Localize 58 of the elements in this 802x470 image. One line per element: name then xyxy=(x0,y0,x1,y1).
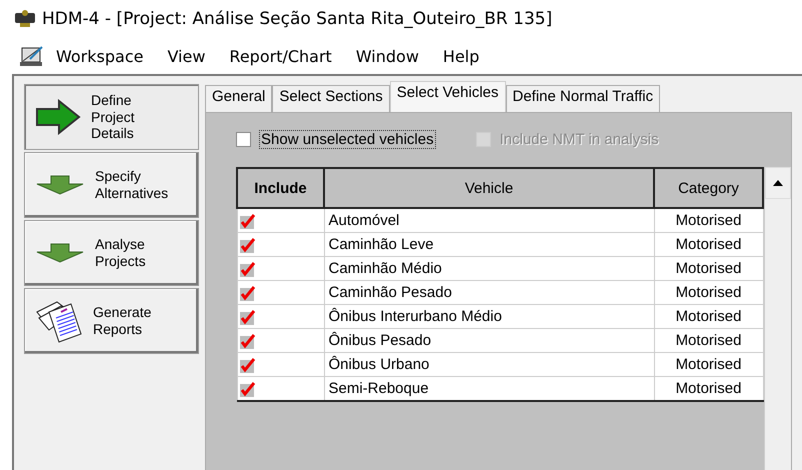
table-cell: Ônibus Urbano xyxy=(324,352,654,376)
table-cell: Motorised xyxy=(654,256,763,280)
checkmark-icon[interactable] xyxy=(240,212,256,228)
menu-item[interactable]: Help xyxy=(430,46,492,66)
checkmark-icon[interactable] xyxy=(240,308,256,324)
scroll-up-button[interactable] xyxy=(765,167,791,199)
tab[interactable]: Select Vehicles xyxy=(390,81,506,112)
checkbox[interactable] xyxy=(236,132,251,146)
up-arrow-icon[interactable] xyxy=(773,180,783,186)
workflow-button[interactable]: Analyse Projects xyxy=(24,220,199,286)
table-cell: Motorised xyxy=(654,352,763,376)
arrow-right-icon xyxy=(35,99,81,135)
checkmark-icon[interactable] xyxy=(240,332,256,348)
table-cell: Motorised xyxy=(654,280,763,304)
workflow-button[interactable]: Specify Alternatives xyxy=(24,152,199,218)
include-cell[interactable] xyxy=(237,376,324,401)
table-cell: Motorised xyxy=(654,304,763,328)
table-cell: Motorised xyxy=(654,376,763,401)
include-cell[interactable] xyxy=(237,352,324,376)
workspace-icon[interactable] xyxy=(20,45,44,67)
workflow-button[interactable]: Define Project Details xyxy=(24,84,199,150)
arrow-down-icon xyxy=(35,243,85,263)
table-cell: Ônibus Interurbano Médio xyxy=(324,304,654,328)
workflow-button[interactable]: Generate Reports xyxy=(24,288,199,354)
tab[interactable]: Select Sections xyxy=(272,85,390,112)
include-cell[interactable] xyxy=(237,208,324,232)
menu-item[interactable]: Workspace xyxy=(44,46,156,66)
include-cell[interactable] xyxy=(237,256,324,280)
checkmark-icon[interactable] xyxy=(240,356,256,372)
table-cell: Automóvel xyxy=(324,208,654,232)
include-cell[interactable] xyxy=(237,328,324,352)
include-cell[interactable] xyxy=(237,232,324,256)
checkmark-icon[interactable] xyxy=(240,236,256,252)
tab[interactable]: General xyxy=(205,85,272,112)
checkmark-icon[interactable] xyxy=(240,380,256,396)
column-header[interactable]: Category xyxy=(654,168,763,208)
menu-item[interactable]: Window xyxy=(344,46,431,66)
checkbox-label[interactable]: Show unselected vehicles xyxy=(259,130,436,148)
table-cell: Ônibus Pesado xyxy=(324,328,654,352)
checkmark-icon[interactable] xyxy=(240,260,256,276)
column-header[interactable]: Vehicle xyxy=(324,168,654,208)
window-title: HDM-4 - [Project: Análise Seção Santa Rita_Outeiro_BR 135] xyxy=(42,9,552,29)
checkmark-icon[interactable] xyxy=(240,284,256,300)
column-header[interactable]: Include xyxy=(237,168,324,208)
menu-item[interactable]: Report/Chart xyxy=(217,46,344,66)
app-logo-icon xyxy=(14,10,36,28)
table-cell: Caminhão Leve xyxy=(324,232,654,256)
table-cell: Motorised xyxy=(654,328,763,352)
include-cell[interactable] xyxy=(237,280,324,304)
tab[interactable]: Define Normal Traffic xyxy=(506,85,660,112)
arrow-down-icon xyxy=(35,175,85,195)
include-cell[interactable] xyxy=(237,304,324,328)
table-cell: Motorised xyxy=(654,232,763,256)
table-cell: Motorised xyxy=(654,208,763,232)
table-cell: Semi-Reboque xyxy=(324,376,654,401)
table-cell: Caminhão Médio xyxy=(324,256,654,280)
menu-item[interactable]: View xyxy=(155,46,218,66)
table-cell: Caminhão Pesado xyxy=(324,280,654,304)
